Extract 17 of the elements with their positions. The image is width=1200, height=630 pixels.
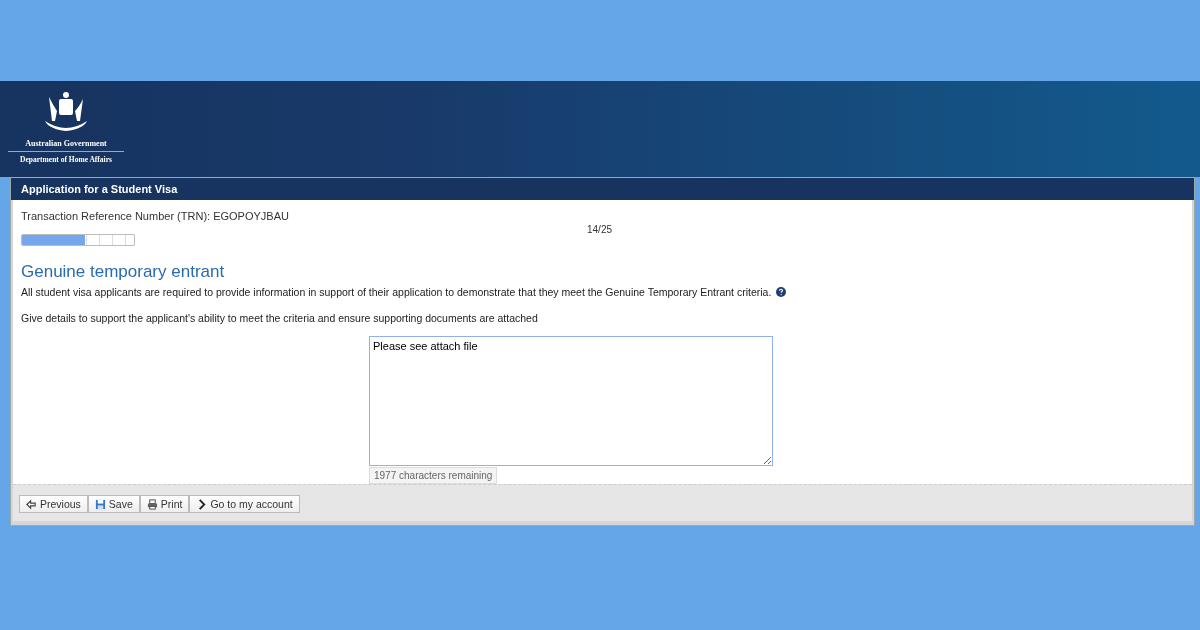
answer-box[interactable]: Please see attach file bbox=[369, 336, 773, 466]
instruction-text: Give details to support the applicant's ability to meet the criteria and ensure supporting documents are attached bbox=[21, 312, 539, 324]
chevron-right-icon bbox=[196, 498, 208, 510]
section-heading: Genuine temporary entrant bbox=[21, 262, 226, 282]
printer-icon bbox=[146, 498, 158, 510]
help-icon[interactable] bbox=[776, 287, 787, 297]
trn-text: Transaction Reference Number (TRN): EGOPOYJBAU bbox=[21, 210, 290, 222]
character-counter: 1977 characters remaining bbox=[369, 467, 498, 484]
agency-name: Australian Government bbox=[8, 139, 124, 152]
panel-title: Application for a Student Visa bbox=[11, 178, 1194, 200]
previous-button[interactable]: Previous bbox=[19, 495, 88, 513]
back-arrow-icon bbox=[26, 498, 37, 510]
save-button[interactable]: Save bbox=[87, 495, 140, 513]
print-button[interactable]: Print bbox=[139, 495, 190, 513]
account-button[interactable]: Go to my account bbox=[189, 495, 300, 513]
progress-reading: 14/25 bbox=[587, 224, 613, 235]
intro-text: All student visa applicants are required to provide information in support of their application to demonstrate that they meet the Genuine Temporary Entrant criteria. bbox=[21, 286, 772, 298]
